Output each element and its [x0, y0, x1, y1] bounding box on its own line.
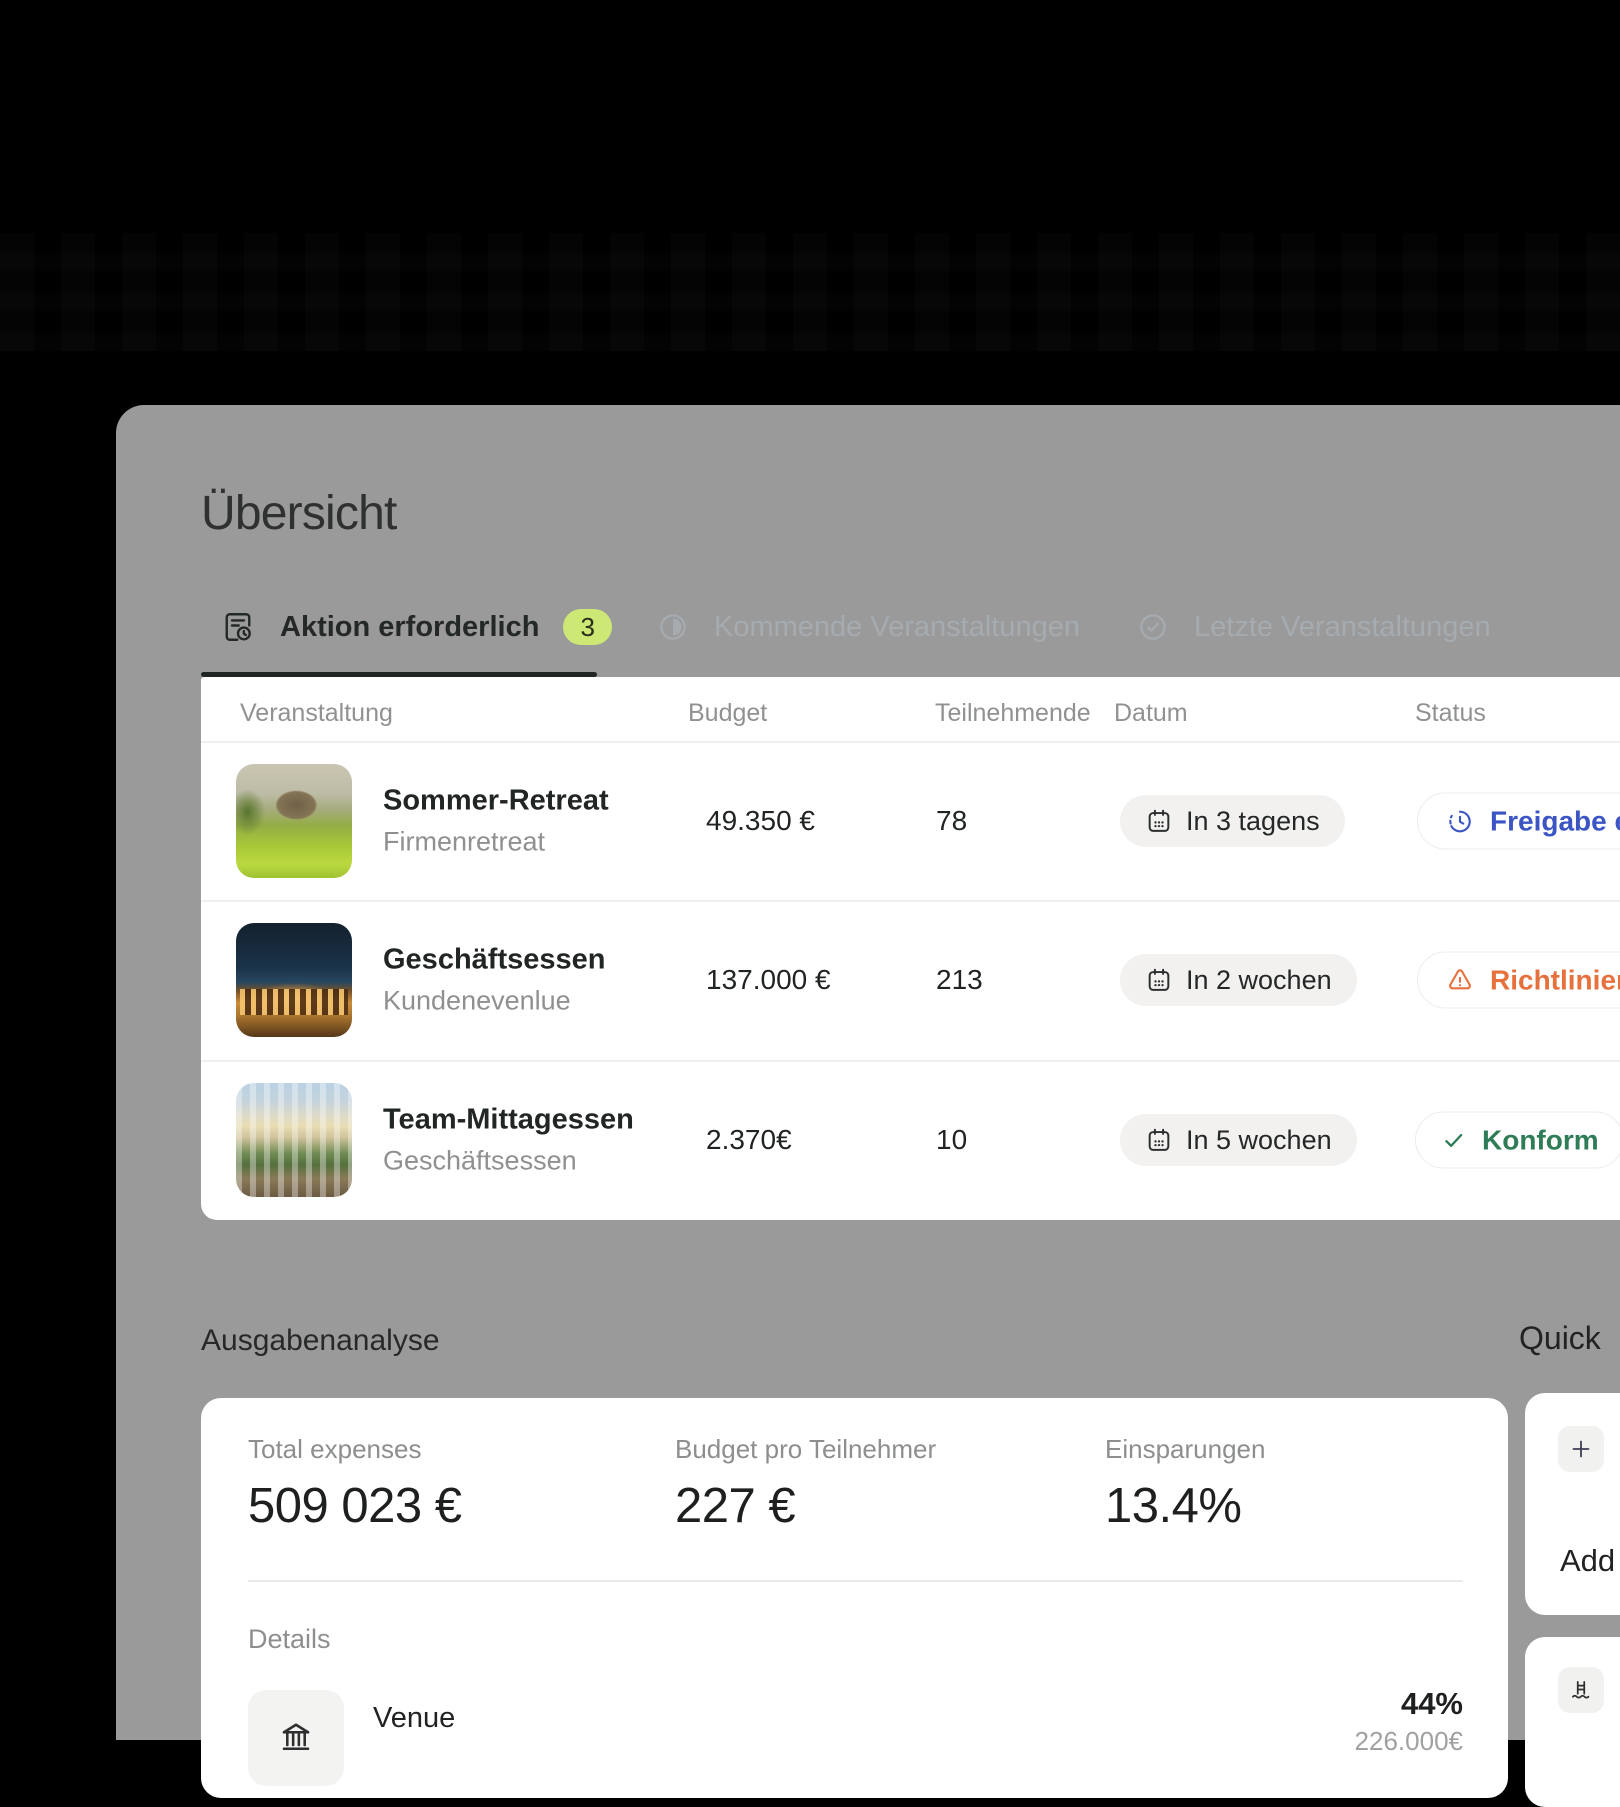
events-table: Veranstaltung Budget Teilnehmende Datum …	[201, 677, 1620, 1220]
event-subtitle: Geschäftsessen	[383, 1146, 634, 1177]
table-row-team-mittagessen[interactable]: Team-Mittagessen Geschäftsessen 2.370€ 1…	[201, 1060, 1620, 1220]
status-badge-approval[interactable]: Freigabe erf	[1417, 793, 1620, 850]
participants-value: 213	[936, 964, 983, 996]
budget-value: 2.370€	[706, 1124, 792, 1156]
tab-label: Kommende Veranstaltungen	[714, 611, 1080, 644]
warning-triangle-icon	[1445, 965, 1475, 995]
stat-budget-per-participant: Budget pro Teilnehmer 227 €	[675, 1434, 936, 1534]
pending-clock-icon	[1445, 806, 1475, 836]
column-header-datum: Datum	[1114, 699, 1188, 728]
event-photo-terrace	[236, 1083, 352, 1197]
date-badge: In 3 tagens	[1120, 795, 1345, 847]
plus-button[interactable]	[1558, 1426, 1604, 1472]
event-title: Geschäftsessen	[383, 944, 605, 977]
status-badge-warning[interactable]: Richtlinienw	[1417, 952, 1620, 1009]
stat-total-expenses: Total expenses 509 023 €	[248, 1434, 462, 1534]
status-badge-konform[interactable]: Konform	[1415, 1112, 1620, 1169]
tab-count-badge: 3	[563, 609, 611, 646]
tab-label: Aktion erforderlich	[280, 611, 539, 644]
column-header-veranstaltung: Veranstaltung	[240, 699, 393, 728]
event-name-cell: Sommer-Retreat Firmenretreat	[383, 785, 609, 858]
status-label: Konform	[1482, 1124, 1599, 1156]
analysis-heading: Ausgabenanalyse	[201, 1324, 440, 1358]
event-photo-night-building	[236, 923, 352, 1037]
table-row-sommer-retreat[interactable]: Sommer-Retreat Firmenretreat 49.350 € 78…	[201, 742, 1620, 900]
calendar-icon	[1145, 966, 1173, 994]
pool-ladder-icon	[1568, 1677, 1594, 1703]
stat-value: 509 023 €	[248, 1478, 462, 1534]
detail-row-label: Venue	[373, 1702, 455, 1735]
stat-label: Total expenses	[248, 1434, 462, 1465]
budget-value: 49.350 €	[706, 805, 815, 837]
date-label: In 5 wochen	[1186, 1125, 1332, 1156]
event-subtitle: Kundenevenlue	[383, 986, 605, 1017]
quick-action-add-card[interactable]: Add	[1525, 1393, 1620, 1615]
budget-value: 137.000 €	[706, 964, 831, 996]
document-clock-icon	[220, 609, 256, 645]
column-header-budget: Budget	[688, 699, 767, 728]
detail-row-amount: 226.000€	[1355, 1726, 1463, 1757]
add-label: Add	[1560, 1543, 1615, 1579]
stat-savings: Einsparungen 13.4%	[1105, 1434, 1265, 1534]
date-label: In 3 tagens	[1186, 806, 1320, 837]
participants-value: 78	[936, 805, 967, 837]
event-title: Team-Mittagessen	[383, 1104, 634, 1137]
tab-label: Letzte Veranstaltungen	[1194, 611, 1491, 644]
date-badge: In 2 wochen	[1120, 954, 1357, 1006]
details-label: Details	[248, 1624, 331, 1655]
event-photo-villa	[236, 764, 352, 878]
tab-letzte-veranstaltungen[interactable]: Letzte Veranstaltungen	[1136, 604, 1491, 650]
pool-icon-tile	[1558, 1667, 1604, 1713]
venue-building-icon	[278, 1690, 314, 1754]
stat-value: 227 €	[675, 1478, 936, 1534]
quick-action-pool-card[interactable]	[1525, 1637, 1620, 1807]
event-name-cell: Geschäftsessen Kundenevenlue	[383, 944, 605, 1017]
stat-value: 13.4%	[1105, 1478, 1265, 1534]
participants-value: 10	[936, 1124, 967, 1156]
date-badge: In 5 wochen	[1120, 1114, 1357, 1166]
calendar-icon	[1145, 1126, 1173, 1154]
check-circle-icon	[1136, 610, 1170, 644]
dimmed-background-residue	[0, 233, 1620, 351]
check-icon	[1440, 1126, 1468, 1154]
plus-icon	[1569, 1437, 1593, 1461]
event-title: Sommer-Retreat	[383, 785, 609, 818]
event-subtitle: Firmenretreat	[383, 827, 609, 858]
stat-label: Einsparungen	[1105, 1434, 1265, 1465]
calendar-icon	[1145, 807, 1173, 835]
quick-panel-heading: Quick	[1519, 1320, 1601, 1357]
clock-pie-icon	[656, 610, 690, 644]
page-title: Übersicht	[201, 486, 397, 541]
card-divider	[248, 1580, 1463, 1582]
detail-row-percent: 44%	[1401, 1686, 1463, 1722]
tab-aktion-erforderlich[interactable]: Aktion erforderlich 3	[220, 604, 612, 650]
table-row-geschaeftsessen[interactable]: Geschäftsessen Kundenevenlue 137.000 € 2…	[201, 900, 1620, 1060]
expense-analysis-card: Total expenses 509 023 € Budget pro Teil…	[201, 1398, 1508, 1798]
event-name-cell: Team-Mittagessen Geschäftsessen	[383, 1104, 634, 1177]
status-label: Richtlinienw	[1490, 964, 1620, 996]
column-header-status: Status	[1415, 699, 1486, 728]
tab-kommende-veranstaltungen[interactable]: Kommende Veranstaltungen	[656, 604, 1080, 650]
status-label: Freigabe erf	[1490, 805, 1620, 837]
date-label: In 2 wochen	[1186, 965, 1332, 996]
stat-label: Budget pro Teilnehmer	[675, 1434, 936, 1465]
column-header-teilnehmende: Teilnehmende	[935, 699, 1091, 728]
venue-icon-tile	[248, 1690, 344, 1786]
